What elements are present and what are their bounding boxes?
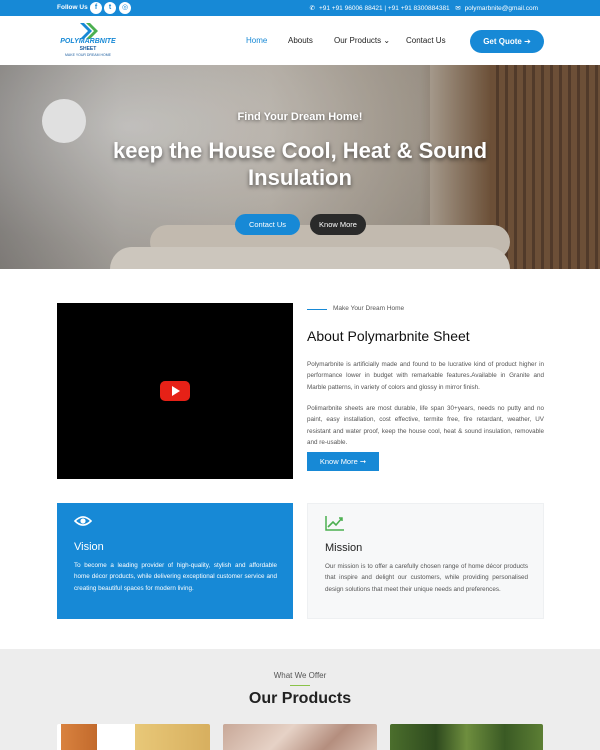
know-more-button[interactable]: Know More [310,214,366,235]
about-know-more-button[interactable]: Know More ➞ [307,452,379,471]
about-divider [307,309,327,310]
top-bar: Follow Us : f t ◎ ✆ +91 +91 96006 88421 … [0,0,600,16]
vision-text: To become a leading provider of high-qua… [74,562,277,592]
hero-tagline: Find Your Dream Home! [237,111,363,123]
site-header: POLYMARBNITE SHEET MAKE YOUR DREAM HOME … [0,16,600,65]
eye-icon [73,514,93,530]
logo[interactable]: POLYMARBNITE SHEET MAKE YOUR DREAM HOME [58,22,118,60]
instagram-icon[interactable]: ◎ [119,2,131,14]
nav-our-products[interactable]: Our Products ⌄ [334,36,390,45]
product-card-2[interactable] [223,724,377,750]
follow-us-label: Follow Us : [57,4,92,11]
video-player[interactable] [57,303,293,479]
products-divider [290,685,310,686]
about-title: About Polymarbnite Sheet [307,328,470,344]
mission-text: Our mission is to offer a carefully chos… [325,563,528,593]
mail-icon: ✉ [453,5,461,12]
hero-banner: Find Your Dream Home! keep the House Coo… [0,65,600,269]
facebook-icon[interactable]: f [90,2,102,14]
products-title: Our Products [248,690,352,707]
mission-title: Mission [325,542,363,554]
about-subtitle: Make Your Dream Home [333,305,405,312]
about-paragraph-1: Polymarbnite is artificially made and fo… [307,361,544,391]
logo-brand-sub: SHEET [79,46,97,52]
vision-card: Vision To become a leading provider of h… [57,503,293,619]
contact-us-button[interactable]: Contact Us [235,214,300,235]
phone-numbers[interactable]: +91 +91 96006 88421 | +91 +91 8300884381 [319,5,450,12]
contact-info: ✆ +91 +91 96006 88421 | +91 +91 83008843… [308,4,538,12]
vision-title: Vision [74,541,104,553]
product-card-1[interactable] [57,724,210,750]
product-card-3[interactable] [390,724,543,750]
logo-brand-name: POLYMARBNITE [60,38,116,45]
products-section: What We Offer Our Products [0,649,600,750]
email-link[interactable]: polymarbnite@gmail.com [465,5,538,12]
phone-icon: ✆ [309,5,316,12]
about-paragraph-2: Polimarbnite sheets are most durable, li… [307,405,544,446]
logo-tagline: MAKE YOUR DREAM HOME [64,53,112,57]
nav-abouts[interactable]: Abouts [288,36,313,45]
get-quote-button[interactable]: Get Quote ➔ [470,30,544,53]
twitter-icon[interactable]: t [104,2,116,14]
nav-contact-us[interactable]: Contact Us [406,36,446,45]
youtube-play-icon[interactable] [160,381,190,401]
chart-growth-icon [325,515,345,534]
hero-title: keep the House Cool, Heat & Sound Insula… [112,138,488,190]
nav-home[interactable]: Home [246,36,267,45]
products-subtitle: What We Offer [273,671,327,680]
mission-card: Mission Our mission is to offer a carefu… [307,503,544,619]
